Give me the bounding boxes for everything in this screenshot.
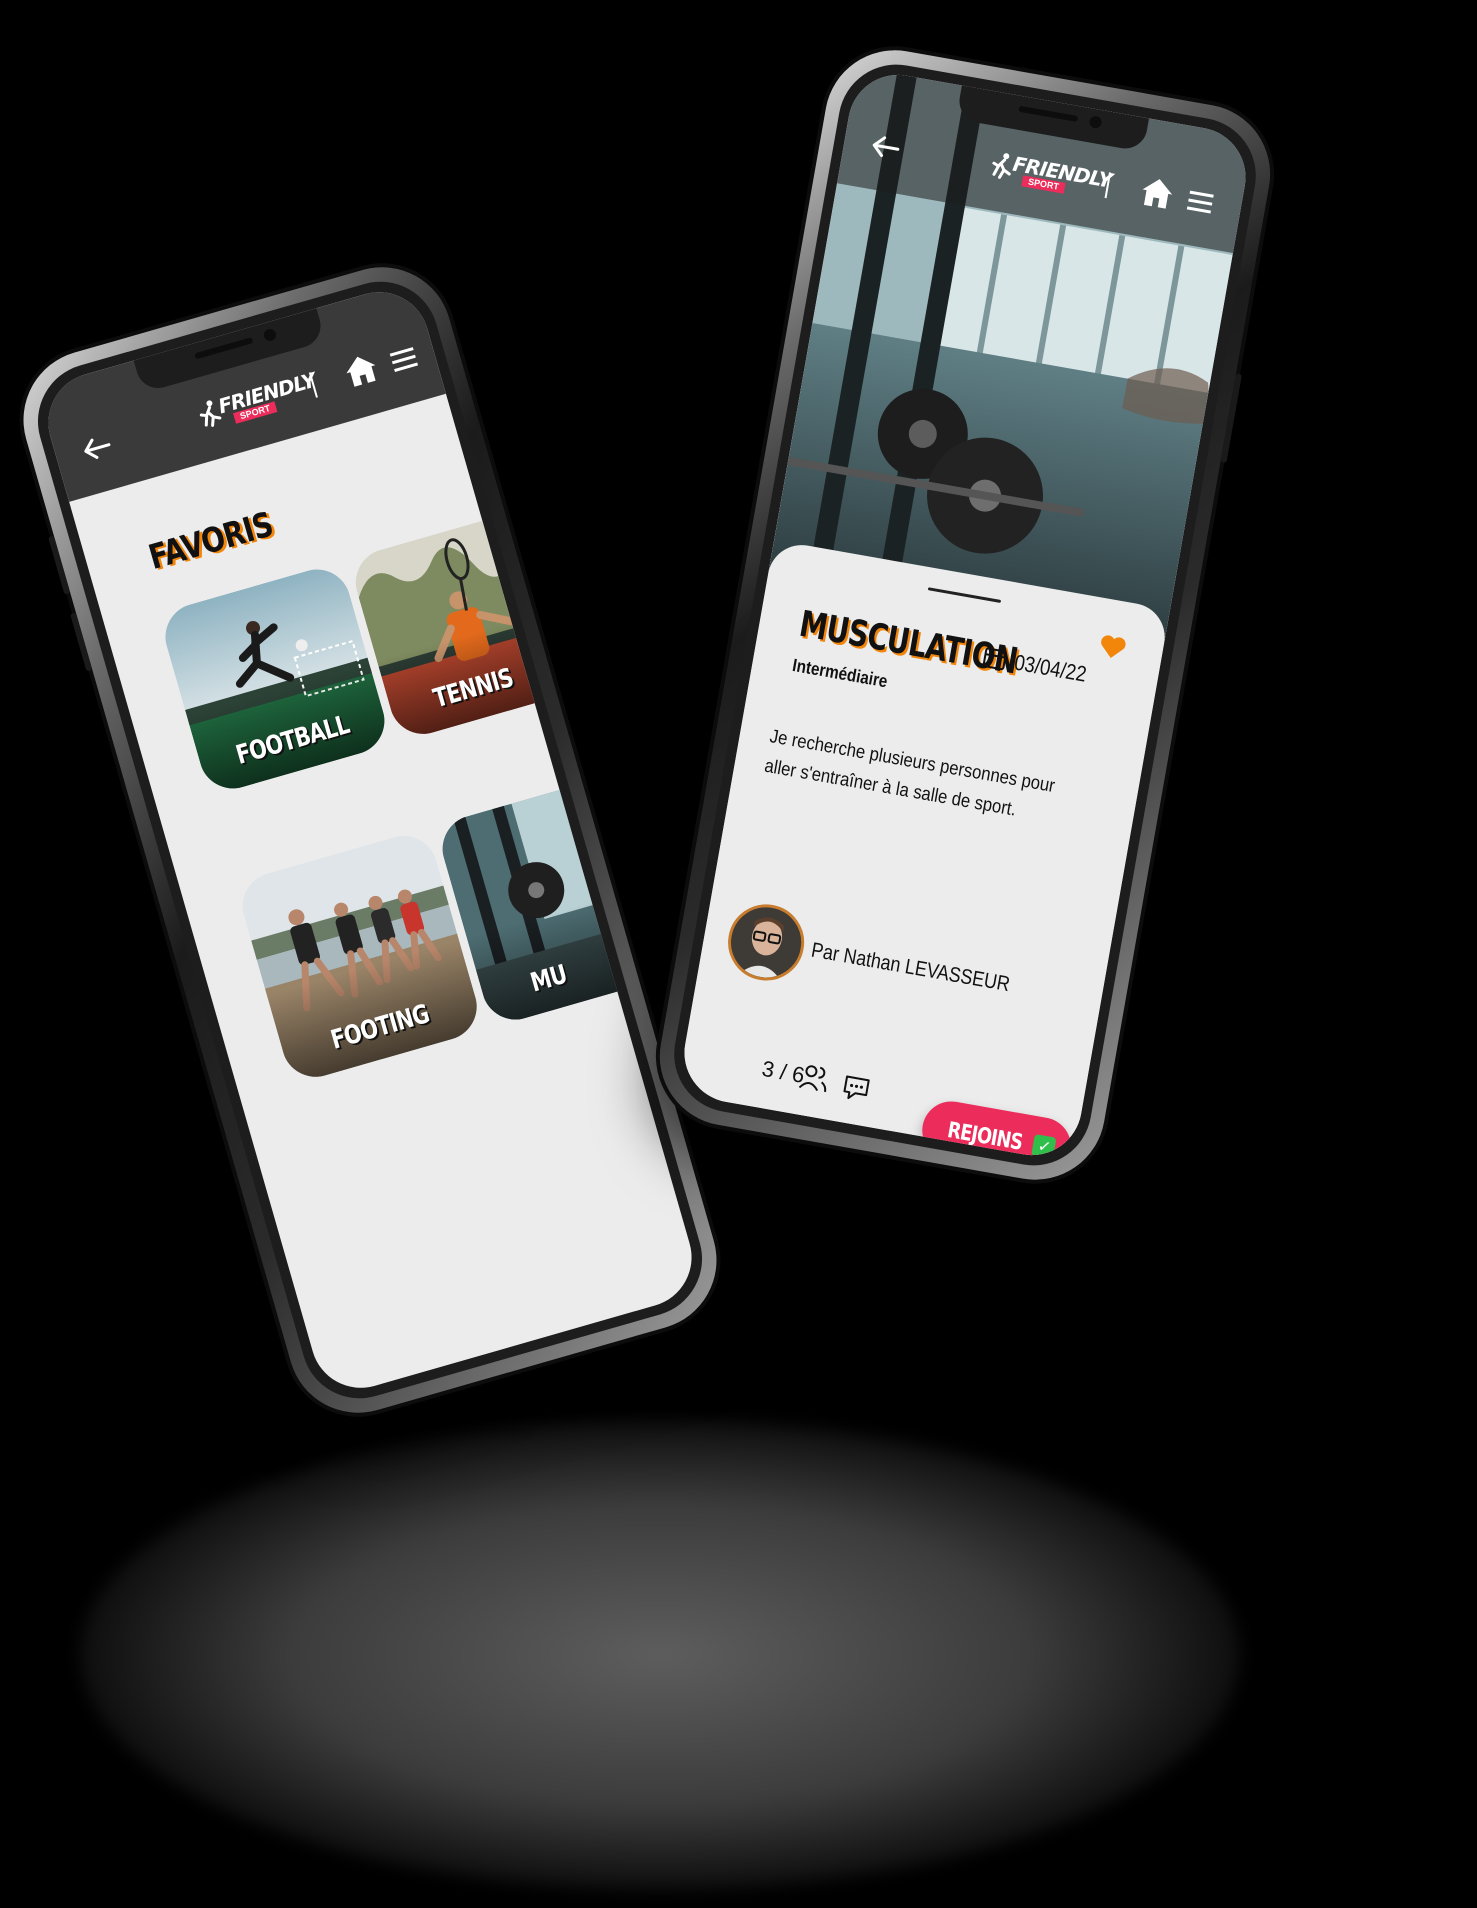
favorites-screen: FRIENDLY SPORT FAVORIS FOOTBALL TENNIS F… [36, 280, 704, 1400]
join-button[interactable]: REJOINS ✓ [917, 1096, 1076, 1163]
floor-shadow [80, 1420, 1240, 1890]
sheet-grabber[interactable] [927, 587, 1002, 604]
camera [1088, 115, 1103, 130]
avatar[interactable] [722, 898, 811, 987]
camera [262, 327, 278, 343]
author-photo [725, 901, 807, 983]
speaker [1018, 105, 1079, 123]
event-description: Je recherche plusieurs personnes pour al… [762, 726, 1057, 821]
home-icon[interactable] [340, 350, 382, 390]
event-screen: FRIENDLY SPORT MUSCULATION Intermédiaire… [676, 67, 1254, 1163]
power-button [1220, 373, 1242, 464]
volume-button [48, 535, 71, 595]
back-arrow-icon[interactable] [79, 433, 114, 464]
runner-logo-icon [992, 153, 1011, 179]
app-logo[interactable]: FRIENDLY SPORT [987, 148, 1113, 206]
speaker [194, 337, 254, 360]
join-button-label: REJOINS [945, 1117, 1025, 1156]
checkmark-icon: ✓ [1031, 1134, 1057, 1160]
app-logo[interactable]: FRIENDLY SPORT [194, 368, 318, 440]
volume-button [70, 612, 93, 672]
phone-event: FRIENDLY SPORT MUSCULATION Intermédiaire… [648, 39, 1282, 1191]
phone-bezel: FRIENDLY SPORT MUSCULATION Intermédiaire… [664, 55, 1266, 1175]
calendar-icon [982, 645, 1007, 671]
event-date: 03/04/22 [1012, 649, 1089, 687]
hamburger-menu-icon[interactable] [388, 345, 419, 373]
chat-icon[interactable] [840, 1072, 872, 1104]
mockup-scene: FRIENDLY SPORT FAVORIS FOOTBALL TENNIS F… [0, 0, 1477, 1908]
event-level: Intermédiaire [790, 654, 890, 692]
favorite-tile-football[interactable]: FOOTBALL [157, 561, 393, 797]
phone-favorites: FRIENDLY SPORT FAVORIS FOOTBALL TENNIS F… [6, 250, 734, 1430]
phone-bezel: FRIENDLY SPORT FAVORIS FOOTBALL TENNIS F… [24, 267, 716, 1413]
event-detail-card: MUSCULATION Intermédiaire 03/04/22 Je re… [676, 539, 1171, 1163]
hamburger-menu-icon[interactable] [1186, 188, 1215, 214]
people-icon[interactable] [797, 1060, 832, 1095]
back-arrow-icon[interactable] [868, 133, 902, 162]
heart-icon[interactable] [1097, 632, 1129, 662]
home-icon[interactable] [1138, 174, 1177, 211]
page-title: FAVORIS [144, 504, 278, 578]
app-header: FRIENDLY SPORT [36, 280, 446, 502]
event-author: Par Nathan LEVASSEUR [809, 938, 1012, 997]
